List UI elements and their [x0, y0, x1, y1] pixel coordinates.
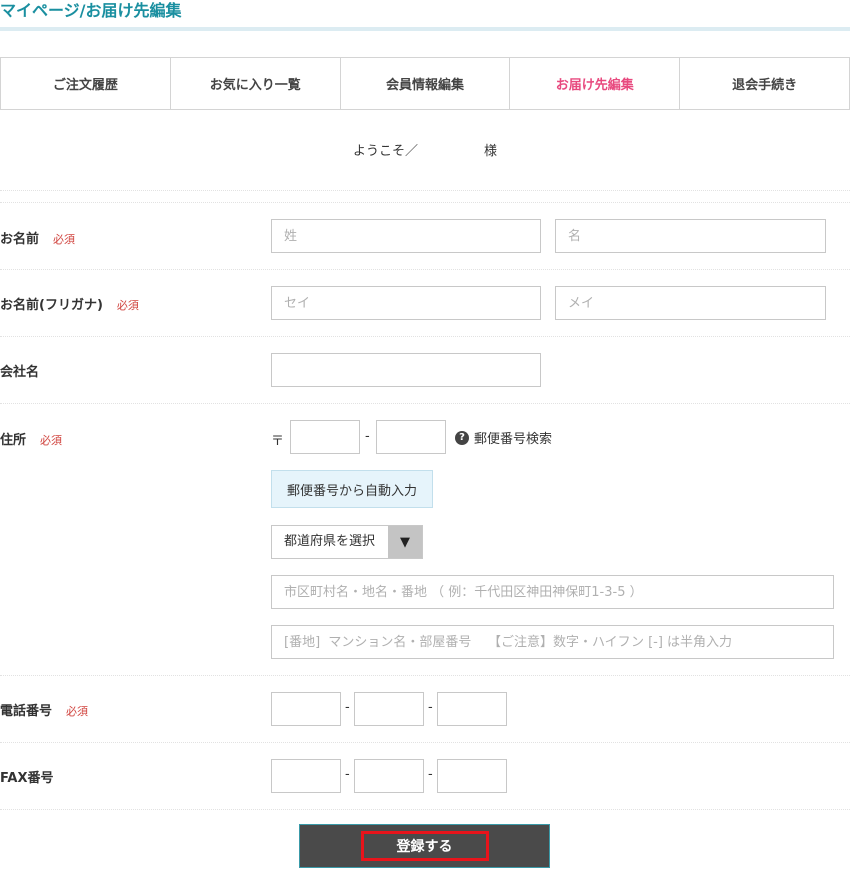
- prefecture-select[interactable]: 都道府県を選択 ▼: [271, 525, 423, 559]
- fax-third-input[interactable]: [437, 759, 507, 793]
- zip-dash: -: [365, 429, 370, 444]
- address-label: 住所 必須: [0, 429, 62, 448]
- question-icon: ?: [455, 430, 469, 445]
- title-rule: [0, 27, 850, 31]
- first-name-kana-input[interactable]: [555, 286, 826, 320]
- fax-dash: -: [428, 767, 433, 782]
- phone-label-text: 電話番号: [0, 704, 53, 719]
- company-label: 会社名: [0, 365, 40, 380]
- mypage-tabs: ご注文履歴 お気に入り一覧 会員情報編集 お届け先編集 退会手続き: [0, 57, 850, 110]
- zip-search-link[interactable]: ? 郵便番号検索: [455, 428, 552, 447]
- kana-label-text: お名前(フリガナ): [0, 298, 103, 313]
- city-address-input[interactable]: [271, 575, 834, 609]
- zip-code-first-input[interactable]: [290, 420, 360, 454]
- last-name-input[interactable]: [271, 219, 541, 253]
- building-address-input[interactable]: [271, 625, 834, 659]
- phone-first-input[interactable]: [271, 692, 341, 726]
- company-input[interactable]: [271, 353, 541, 387]
- last-name-kana-input[interactable]: [271, 286, 541, 320]
- welcome-message: ようこそ／ 様: [0, 140, 850, 159]
- fax-dash: -: [345, 767, 350, 782]
- row-divider: [0, 190, 850, 191]
- phone-second-input[interactable]: [354, 692, 424, 726]
- name-label-text: お名前: [0, 232, 40, 247]
- zip-autofill-button[interactable]: 郵便番号から自動入力: [271, 470, 433, 508]
- welcome-prefix: ようこそ／: [352, 144, 418, 159]
- prefecture-select-value: 都道府県を選択: [284, 534, 376, 549]
- required-badge: 必須: [66, 705, 89, 718]
- required-badge: 必須: [116, 299, 139, 312]
- page-title: マイページ/お届け先編集: [0, 1, 182, 20]
- address-label-text: 住所: [0, 433, 27, 448]
- register-button-label: 登録する: [360, 831, 489, 861]
- tab-favorites[interactable]: お気に入り一覧: [171, 58, 341, 109]
- phone-third-input[interactable]: [437, 692, 507, 726]
- fax-first-input[interactable]: [271, 759, 341, 793]
- row-divider: [0, 742, 850, 743]
- zip-code-second-input[interactable]: [376, 420, 446, 454]
- triangle-down-icon: ▼: [388, 526, 422, 558]
- row-divider: [0, 809, 850, 810]
- kana-label: お名前(フリガナ) 必須: [0, 294, 139, 313]
- tab-member-info[interactable]: 会員情報編集: [341, 58, 511, 109]
- fax-label: FAX番号: [0, 771, 54, 786]
- required-badge: 必須: [40, 434, 63, 447]
- postal-mark: 〒: [271, 434, 285, 449]
- required-badge: 必須: [53, 233, 76, 246]
- fax-second-input[interactable]: [354, 759, 424, 793]
- row-divider: [0, 675, 850, 676]
- tab-delivery-address[interactable]: お届け先編集: [510, 58, 681, 109]
- phone-label: 電話番号 必須: [0, 700, 88, 719]
- name-label: お名前 必須: [0, 228, 75, 247]
- tab-withdrawal[interactable]: 退会手続き: [680, 58, 849, 109]
- row-divider: [0, 269, 850, 270]
- phone-dash: -: [428, 700, 433, 715]
- row-divider: [0, 403, 850, 404]
- row-divider: [0, 336, 850, 337]
- tab-order-history[interactable]: ご注文履歴: [1, 58, 171, 109]
- row-divider: [0, 202, 850, 203]
- welcome-suffix: 様: [484, 144, 498, 159]
- register-button[interactable]: 登録する: [299, 824, 550, 868]
- zip-search-label: 郵便番号検索: [474, 432, 553, 447]
- phone-dash: -: [345, 700, 350, 715]
- first-name-input[interactable]: [555, 219, 826, 253]
